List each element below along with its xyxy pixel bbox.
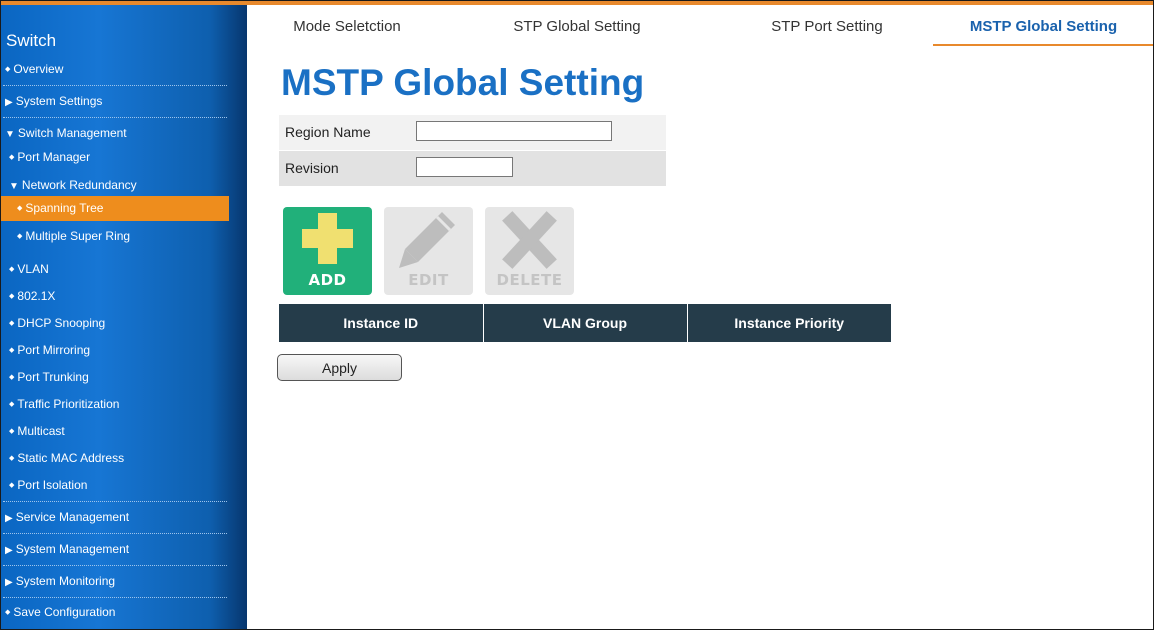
sidebar-item-label: Static MAC Address — [17, 451, 125, 465]
region-name-row: Region Name — [279, 115, 666, 150]
revision-input[interactable] — [416, 157, 513, 177]
sidebar-item-vlan[interactable]: ◆ VLAN — [9, 257, 238, 282]
sidebar-item-port-manager[interactable]: ◆ Port Manager — [9, 145, 238, 170]
revision-label: Revision — [285, 160, 339, 176]
sidebar-item-label: Overview — [13, 62, 64, 76]
sidebar-item-label: Port Manager — [17, 150, 91, 164]
add-button[interactable]: ADD — [283, 207, 372, 295]
diamond-bullet-icon: ◆ — [9, 428, 15, 436]
diamond-bullet-icon: ◆ — [9, 401, 15, 409]
sidebar-divider — [3, 533, 227, 534]
sidebar-item-label: Spanning Tree — [25, 201, 104, 215]
region-name-input[interactable] — [416, 121, 612, 141]
sidebar-item-label: 802.1X — [17, 289, 56, 303]
diamond-bullet-icon: ◆ — [17, 233, 23, 241]
tab-mstp-global-setting[interactable]: MSTP Global Setting — [933, 18, 1154, 46]
diamond-bullet-icon: ◆ — [9, 320, 15, 328]
delete-button[interactable]: DELETE — [485, 207, 574, 295]
sidebar-item-label: VLAN — [17, 262, 49, 276]
page-title: MSTP Global Setting — [281, 62, 645, 103]
caret-down-icon: ▼ — [5, 129, 15, 140]
revision-row: Revision — [279, 151, 666, 186]
column-header-vlan-group[interactable]: VLAN Group — [483, 304, 688, 342]
sidebar-item-label: System Monitoring — [15, 574, 116, 588]
sidebar-brand: Switch — [6, 31, 57, 50]
sidebar-item-save-configuration[interactable]: ◆ Save Configuration — [5, 600, 234, 625]
sidebar-divider — [3, 597, 227, 598]
edit-button-label: EDIT — [408, 271, 449, 289]
sidebar-item-traffic-prioritization[interactable]: ◆ Traffic Prioritization — [9, 392, 238, 417]
sidebar-divider — [3, 85, 227, 86]
diamond-bullet-icon: ◆ — [5, 609, 11, 617]
caret-right-icon: ▶ — [5, 513, 13, 524]
sidebar-item-label: Multiple Super Ring — [25, 229, 131, 243]
sidebar-item-label: Port Isolation — [17, 478, 88, 492]
sidebar-item-static-mac-address[interactable]: ◆ Static MAC Address — [9, 446, 238, 471]
diamond-bullet-icon: ◆ — [9, 347, 15, 355]
sidebar-item-dhcp-snooping[interactable]: ◆ DHCP Snooping — [9, 311, 238, 336]
caret-right-icon: ▶ — [5, 577, 13, 588]
delete-button-label: DELETE — [496, 271, 563, 289]
instance-table: Instance ID VLAN Group Instance Priority — [279, 304, 891, 342]
tab-stp-port-setting[interactable]: STP Port Setting — [727, 18, 927, 44]
edit-button[interactable]: EDIT — [384, 207, 473, 295]
apply-button[interactable]: Apply — [277, 354, 402, 381]
sidebar-item-multiple-super-ring[interactable]: ◆ Multiple Super Ring — [17, 224, 246, 249]
caret-right-icon: ▶ — [5, 545, 13, 556]
diamond-bullet-icon: ◆ — [9, 266, 15, 274]
sidebar-item-system-management[interactable]: ▶ System Management — [5, 537, 234, 562]
sidebar-item-label: Network Redundancy — [21, 178, 137, 192]
sidebar-item-8021x[interactable]: ◆ 802.1X — [9, 284, 238, 309]
table-header-row: Instance ID VLAN Group Instance Priority — [279, 304, 891, 342]
sidebar-item-spanning-tree[interactable]: ◆ Spanning Tree — [0, 196, 229, 221]
diamond-bullet-icon: ◆ — [9, 455, 15, 463]
sidebar-item-label: Save Configuration — [13, 605, 116, 619]
diamond-bullet-icon: ◆ — [17, 205, 23, 213]
region-name-cell — [409, 115, 666, 150]
sidebar: Switch ◆ Overview ▶ System Settings ▼ Switc… — [0, 5, 247, 630]
caret-right-icon: ▶ — [5, 97, 13, 108]
sidebar-item-label: Port Mirroring — [17, 343, 91, 357]
sidebar-item-label: Port Trunking — [17, 370, 89, 384]
diamond-bullet-icon: ◆ — [9, 293, 15, 301]
pencil-icon — [399, 212, 455, 268]
diamond-bullet-icon: ◆ — [9, 374, 15, 382]
sidebar-item-port-trunking[interactable]: ◆ Port Trunking — [9, 365, 238, 390]
sidebar-item-system-monitoring[interactable]: ▶ System Monitoring — [5, 569, 234, 594]
revision-cell — [409, 151, 666, 186]
sidebar-item-service-management[interactable]: ▶ Service Management — [5, 505, 234, 530]
tab-mode-selection[interactable]: Mode Seletction — [247, 18, 447, 44]
sidebar-item-label: System Management — [15, 542, 130, 556]
sidebar-item-switch-management[interactable]: ▼ Switch Management — [5, 121, 234, 146]
sidebar-item-port-isolation[interactable]: ◆ Port Isolation — [9, 473, 238, 498]
sidebar-item-label: Traffic Prioritization — [17, 397, 120, 411]
sidebar-item-port-mirroring[interactable]: ◆ Port Mirroring — [9, 338, 238, 363]
sidebar-item-label: Multicast — [17, 424, 65, 438]
sidebar-item-label: DHCP Snooping — [17, 316, 106, 330]
tab-stp-global-setting[interactable]: STP Global Setting — [477, 18, 677, 44]
sidebar-item-overview[interactable]: ◆ Overview — [5, 57, 234, 82]
diamond-bullet-icon: ◆ — [5, 66, 11, 74]
column-header-instance-id[interactable]: Instance ID — [279, 304, 484, 342]
sidebar-item-label: System Settings — [15, 94, 103, 108]
add-button-label: ADD — [308, 271, 347, 289]
sidebar-item-network-redundancy[interactable]: ▼ Network Redundancy — [9, 173, 238, 198]
tab-bar: Mode Seletction STP Global Setting STP P… — [247, 5, 1154, 46]
plus-icon — [302, 213, 353, 264]
sidebar-item-label: Switch Management — [17, 126, 127, 140]
sidebar-divider — [3, 117, 227, 118]
x-icon — [502, 211, 557, 269]
sidebar-item-multicast[interactable]: ◆ Multicast — [9, 419, 238, 444]
sidebar-divider — [3, 501, 227, 502]
sidebar-divider — [3, 565, 227, 566]
sidebar-item-system-settings[interactable]: ▶ System Settings — [5, 89, 234, 114]
sidebar-item-label: Service Management — [15, 510, 130, 524]
diamond-bullet-icon: ◆ — [9, 482, 15, 490]
diamond-bullet-icon: ◆ — [9, 154, 15, 162]
column-header-instance-priority[interactable]: Instance Priority — [687, 304, 891, 342]
region-name-label: Region Name — [285, 124, 371, 140]
